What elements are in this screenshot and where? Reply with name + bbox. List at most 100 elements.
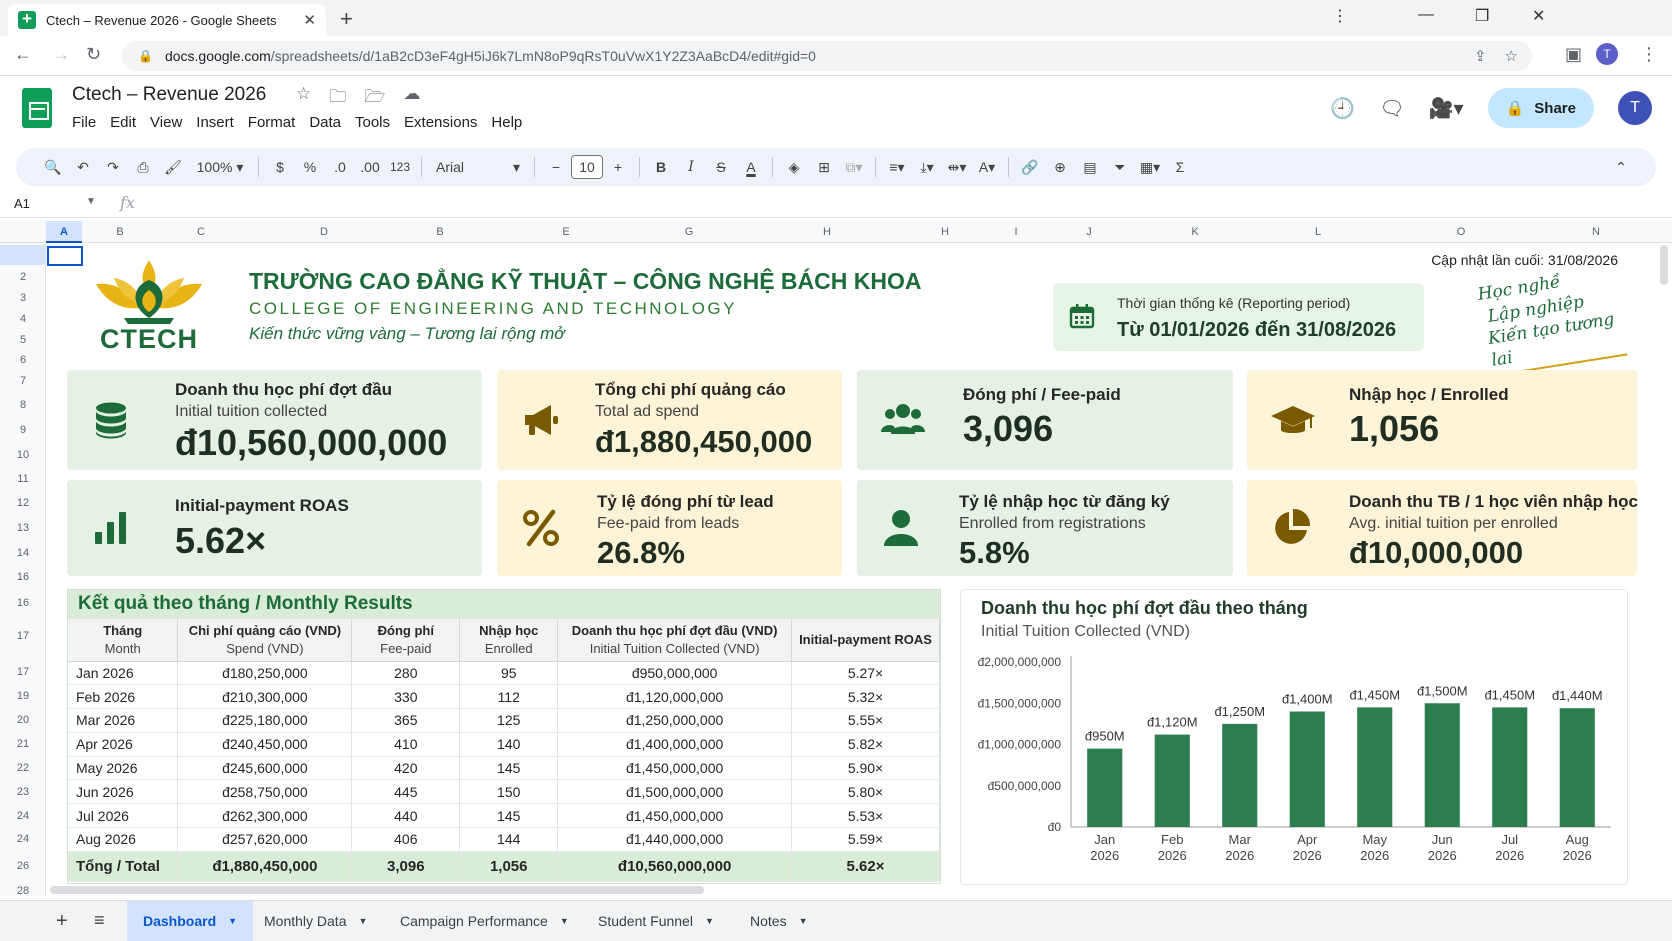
row-header[interactable]: 24 bbox=[0, 833, 46, 845]
row-header[interactable]: 17 bbox=[0, 630, 46, 642]
row-header[interactable]: 22 bbox=[0, 762, 46, 774]
column-header[interactable]: D bbox=[320, 226, 328, 238]
menu-extensions[interactable]: Extensions bbox=[404, 114, 485, 131]
column-header[interactable]: K bbox=[1191, 226, 1198, 238]
bold-icon[interactable]: B bbox=[646, 154, 676, 180]
table-cell[interactable]: 125 bbox=[459, 708, 559, 733]
table-cell[interactable]: đ262,300,000 bbox=[177, 803, 353, 829]
functions-icon[interactable]: Σ bbox=[1165, 154, 1195, 180]
share-page-icon[interactable]: ⇪ bbox=[1474, 47, 1487, 65]
table-total-cell[interactable]: 3,096 bbox=[351, 851, 461, 882]
table-cell[interactable]: 280 bbox=[351, 661, 461, 686]
row-header[interactable]: 4 bbox=[0, 313, 46, 325]
row-header[interactable]: 20 bbox=[0, 714, 46, 726]
column-header[interactable]: A bbox=[60, 226, 68, 238]
filter-views-icon[interactable]: ▦▾ bbox=[1135, 154, 1165, 180]
sheet-tab-notes[interactable]: Notes ▼ bbox=[734, 901, 824, 941]
menu-edit[interactable]: Edit bbox=[110, 114, 144, 131]
close-window-icon[interactable]: ✕ bbox=[1532, 6, 1545, 26]
table-cell[interactable]: đ210,300,000 bbox=[177, 684, 353, 710]
table-cell[interactable]: May 2026 bbox=[68, 756, 179, 781]
sheet-tab-monthly-data[interactable]: Monthly Data ▼ bbox=[248, 901, 383, 941]
table-cell[interactable]: 140 bbox=[459, 732, 559, 757]
chart-bar[interactable] bbox=[1289, 711, 1325, 828]
row-header[interactable]: 10 bbox=[0, 449, 46, 461]
font-select[interactable]: Arial ▾ bbox=[428, 154, 528, 180]
table-total-cell[interactable]: 1,056 bbox=[459, 851, 559, 882]
filter-icon[interactable]: ⏷ bbox=[1105, 154, 1135, 180]
table-total-cell[interactable]: đ10,560,000,000 bbox=[557, 851, 793, 882]
table-cell[interactable]: Mar 2026 bbox=[68, 708, 179, 733]
table-cell[interactable]: đ258,750,000 bbox=[177, 779, 353, 805]
row-header[interactable]: 21 bbox=[0, 738, 46, 750]
sheet-tab-campaign-performance[interactable]: Campaign Performance ▼ bbox=[384, 901, 585, 941]
vertical-scrollbar[interactable] bbox=[1660, 245, 1668, 285]
row-header[interactable]: 5 bbox=[0, 334, 46, 346]
column-header[interactable]: E bbox=[562, 226, 569, 238]
column-header[interactable]: N bbox=[1592, 226, 1600, 238]
table-cell[interactable]: đ1,450,000,000 bbox=[557, 803, 793, 829]
merge-cells-icon[interactable]: ⧉▾ bbox=[839, 154, 869, 180]
insert-link-icon[interactable]: 🔗 bbox=[1015, 154, 1045, 180]
row-header[interactable]: 12 bbox=[0, 497, 46, 509]
table-cell[interactable]: 5.59× bbox=[791, 827, 940, 852]
table-cell[interactable]: đ1,440,000,000 bbox=[557, 827, 793, 852]
column-header[interactable]: B bbox=[436, 226, 443, 238]
row-header[interactable]: 6 bbox=[0, 354, 46, 366]
new-tab-icon[interactable]: + bbox=[340, 6, 353, 32]
sheets-logo-icon[interactable] bbox=[22, 88, 52, 128]
table-cell[interactable]: 406 bbox=[351, 827, 461, 852]
share-button[interactable]: 🔒 Share bbox=[1487, 88, 1594, 128]
table-cell[interactable]: đ1,500,000,000 bbox=[557, 779, 793, 805]
table-cell[interactable]: 420 bbox=[351, 756, 461, 781]
insert-chart-icon[interactable]: ▤ bbox=[1075, 154, 1105, 180]
table-cell[interactable]: đ1,400,000,000 bbox=[557, 732, 793, 757]
table-cell[interactable]: 440 bbox=[351, 803, 461, 829]
table-cell[interactable]: 365 bbox=[351, 708, 461, 733]
browser-tab[interactable]: Ctech – Revenue 2026 - Google Sheets ✕ bbox=[8, 4, 326, 36]
table-cell[interactable]: đ225,180,000 bbox=[177, 708, 353, 733]
column-header[interactable]: H bbox=[823, 226, 831, 238]
increase-font-size-icon[interactable]: + bbox=[603, 154, 633, 180]
version-history-icon[interactable]: 🕘 bbox=[1330, 96, 1355, 121]
row-header[interactable]: 26 bbox=[0, 860, 46, 872]
tab-search-icon[interactable]: ⋮ bbox=[1332, 6, 1348, 26]
menu-view[interactable]: View bbox=[150, 114, 190, 131]
table-cell[interactable]: Aug 2026 bbox=[68, 827, 179, 852]
borders-icon[interactable]: ⊞ bbox=[809, 154, 839, 180]
side-panel-icon[interactable]: ▣ bbox=[1565, 44, 1582, 65]
table-cell[interactable]: 112 bbox=[459, 684, 559, 710]
sheet-tab-dashboard[interactable]: Dashboard ▼ bbox=[127, 901, 254, 941]
print-icon[interactable]: ⎙ bbox=[128, 154, 158, 180]
row-header[interactable]: 16 bbox=[0, 597, 46, 609]
document-title[interactable]: Ctech – Revenue 2026 bbox=[72, 84, 266, 106]
decrease-decimal-button[interactable]: .0 bbox=[325, 154, 355, 180]
table-cell[interactable]: 410 bbox=[351, 732, 461, 757]
column-header[interactable]: I bbox=[1014, 226, 1017, 238]
collapse-toolbar-icon[interactable]: ⌃ bbox=[1606, 154, 1636, 180]
column-header[interactable]: L bbox=[1315, 226, 1321, 238]
cloud-saved-icon[interactable]: ☁ bbox=[403, 84, 420, 113]
reload-icon[interactable]: ↻ bbox=[86, 44, 101, 65]
row-header[interactable]: 7 bbox=[0, 375, 46, 387]
chevron-down-icon[interactable]: ▼ bbox=[358, 916, 367, 926]
table-cell[interactable]: đ950,000,000 bbox=[557, 661, 793, 686]
redo-icon[interactable]: ↷ bbox=[98, 154, 128, 180]
meet-icon[interactable]: 🎥▾ bbox=[1429, 96, 1464, 121]
profile-button[interactable]: T bbox=[1596, 43, 1618, 65]
row-header[interactable]: 9 bbox=[0, 424, 46, 436]
chart-bar[interactable] bbox=[1424, 703, 1460, 827]
column-header[interactable]: J bbox=[1086, 226, 1092, 238]
table-cell[interactable]: đ245,600,000 bbox=[177, 756, 353, 781]
fill-color-icon[interactable]: ◈ bbox=[779, 154, 809, 180]
row-header[interactable]: 8 bbox=[0, 399, 46, 411]
chart-bar[interactable] bbox=[1087, 748, 1123, 827]
chart-bar[interactable] bbox=[1492, 707, 1528, 827]
table-cell[interactable]: 5.80× bbox=[791, 779, 940, 805]
table-cell[interactable]: Feb 2026 bbox=[68, 684, 179, 710]
shortcut-drive-icon[interactable]: 🗁 bbox=[364, 84, 385, 113]
chevron-down-icon[interactable]: ▼ bbox=[228, 916, 237, 926]
minimize-icon[interactable]: — bbox=[1418, 6, 1434, 24]
increase-decimal-button[interactable]: .00 bbox=[355, 154, 385, 180]
column-header[interactable]: B bbox=[116, 226, 123, 238]
